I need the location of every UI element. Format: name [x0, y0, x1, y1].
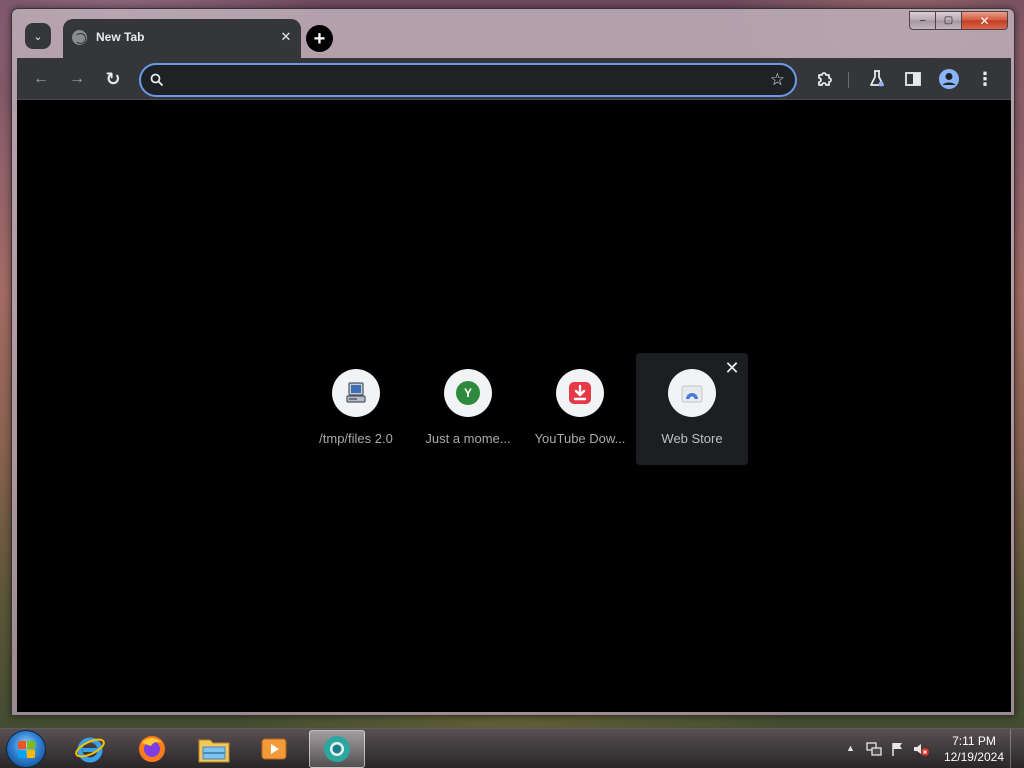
taskbar-app-explorer[interactable]	[186, 730, 242, 768]
taskbar-app-firefox[interactable]	[124, 730, 180, 768]
clock-time: 7:11 PM	[952, 734, 996, 748]
new-tab-button[interactable]: +	[306, 25, 333, 52]
shortcut-icon-bg	[556, 369, 604, 417]
reload-button[interactable]: ↻	[101, 67, 125, 91]
address-bar[interactable]: ☆	[139, 63, 797, 97]
shortcut-tile[interactable]: Web Store ✕	[636, 353, 748, 465]
back-button[interactable]: ←	[29, 67, 53, 91]
taskbar-app-ie[interactable]	[62, 730, 118, 768]
browser-window: ‒ ▢ ✕ ⌄ New Tab ✕ + ← → ↻ ☆ ⋮ /tmp/files…	[11, 8, 1015, 716]
taskbar-app-media[interactable]	[246, 730, 302, 768]
shortcut-icon-bg	[332, 369, 380, 417]
taskbar: ▲ 7:11 PM 12/19/2024	[0, 728, 1024, 768]
volume-muted-icon[interactable]	[912, 741, 930, 757]
profile-icon[interactable]	[937, 67, 961, 91]
tab-new-tab[interactable]: New Tab ✕	[63, 19, 301, 58]
shortcut-icon-bg: Y	[444, 369, 492, 417]
flask-icon[interactable]	[865, 67, 889, 91]
shortcuts-grid: /tmp/files 2.0 Y Just a mome... YouTube …	[300, 353, 748, 465]
puzzle-icon[interactable]	[813, 67, 837, 91]
start-button[interactable]	[6, 730, 46, 768]
tab-strip: ⌄ New Tab ✕ +	[17, 14, 1011, 58]
download-icon	[569, 382, 591, 404]
shortcut-tile[interactable]: Y Just a mome...	[412, 353, 524, 465]
y-letter-icon: Y	[456, 381, 480, 405]
internet-explorer-icon	[75, 737, 105, 763]
forward-button[interactable]: →	[65, 67, 89, 91]
file-explorer-icon	[198, 739, 230, 763]
clock-date: 12/19/2024	[943, 750, 1004, 764]
action-center-flag-icon[interactable]	[890, 741, 906, 757]
network-icon[interactable]	[866, 741, 882, 757]
taskbar-app-chrome[interactable]	[309, 730, 365, 768]
chevron-down-icon: ⌄	[33, 30, 43, 43]
remove-shortcut-button[interactable]: ✕	[721, 357, 743, 379]
globe-icon	[72, 30, 87, 45]
system-clock[interactable]: 7:11 PM 12/19/2024	[944, 733, 1004, 765]
tab-search-button[interactable]: ⌄	[25, 23, 51, 49]
firefox-icon	[139, 736, 165, 762]
shortcut-tile[interactable]: /tmp/files 2.0	[300, 353, 412, 465]
shortcut-label: YouTube Dow...	[534, 431, 626, 446]
show-hidden-icons-button[interactable]: ▲	[846, 743, 855, 753]
side-panel-icon[interactable]	[901, 67, 925, 91]
shortcut-label: Just a mome...	[425, 431, 511, 446]
shortcut-label: /tmp/files 2.0	[319, 431, 393, 446]
browser-toolbar: ← → ↻ ☆ ⋮	[17, 58, 1011, 100]
search-icon	[150, 73, 163, 86]
media-player-icon	[261, 738, 287, 760]
shortcut-label: Web Store	[661, 431, 723, 446]
show-desktop-button[interactable]	[1010, 729, 1024, 768]
shortcut-icon-bg	[668, 369, 716, 417]
tab-close-button[interactable]: ✕	[277, 28, 295, 46]
bookmark-star-icon[interactable]: ☆	[770, 70, 785, 90]
shortcut-tile[interactable]: YouTube Dow...	[524, 353, 636, 465]
chrome-icon	[324, 736, 350, 762]
system-tray: ▲ 7:11 PM 12/19/2024	[838, 729, 1024, 768]
tab-title: New Tab	[96, 30, 145, 44]
menu-button[interactable]: ⋮	[973, 67, 997, 91]
toolbar-separator	[848, 72, 849, 88]
web-store-icon	[681, 385, 703, 403]
new-tab-page: /tmp/files 2.0 Y Just a mome... YouTube …	[17, 100, 1011, 712]
address-input[interactable]	[171, 70, 751, 90]
computer-icon	[346, 382, 366, 403]
